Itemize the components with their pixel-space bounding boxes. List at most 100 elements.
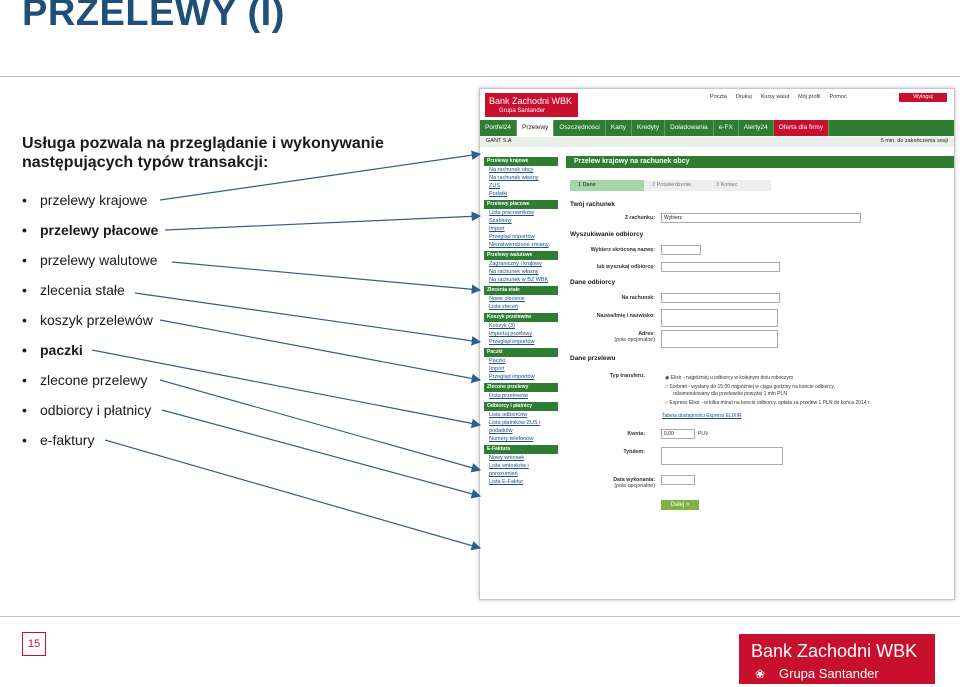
sidebar-item[interactable]: Lista odbiorców [484,411,558,419]
arrow-placowe [164,211,482,231]
step-dane: 1 Dane [570,180,648,191]
sidebar-item[interactable]: Przegląd importów [484,373,558,381]
bullet-icon: • [22,282,27,298]
link-profil[interactable]: Mój profil [798,94,820,100]
tab-efx[interactable]: e-FX [714,120,739,136]
link-kursy[interactable]: Kursy walut [761,94,789,100]
label-optional: (pole opcjonalne) [614,337,655,343]
sidebar-item[interactable]: Paczki [484,357,558,365]
sidebar-header-odbiorcy[interactable]: Odbiorcy i płatnicy [484,402,558,411]
top-links: Poczta Drukuj Kursy walut Mój profil Pom… [710,94,847,100]
link-drukuj[interactable]: Drukuj [736,94,752,100]
footer-divider [0,616,960,617]
sidebar-header-paczki[interactable]: Paczki [484,348,558,357]
sidebar-item[interactable]: Koszyk (3) [484,322,558,330]
radio-sorbnet[interactable]: ○ Sorbnet - wysłany do 15:00 najpóźniej … [665,384,835,390]
sidebar-item[interactable]: Importuj przelewy [484,330,558,338]
list-item-label: przelewy krajowe [40,192,148,208]
list-item-label: przelewy płacowe [40,222,159,238]
account-select[interactable]: Wybierz [661,213,861,223]
sidebar-item[interactable]: Numery telefonów [484,435,558,443]
list-item: • przelewy płacowe [22,220,158,250]
sidebar-item[interactable]: Import [484,365,558,373]
sidebar-item[interactable]: Na rachunek w BZ WBK [484,276,558,284]
tab-karty[interactable]: Karty [606,120,633,136]
tab-alerty24[interactable]: Alerty24 [739,120,774,136]
radio-elixir-label: Elixir - najpóźniej u odbiorcy w kolejny… [670,375,794,381]
tab-doladowania[interactable]: Doładowania [665,120,714,136]
sidebar-item[interactable]: Przegląd importów [484,338,558,346]
app-logo-line2: Grupa Santander [499,108,546,114]
sidebar-item[interactable]: Podatki [484,190,558,198]
sidebar-item[interactable]: Nowe zlecenie [484,295,558,303]
date-input[interactable] [661,475,695,485]
tab-oferta[interactable]: Oferta dla firmy [773,120,830,136]
arrow-efaktury [104,439,482,551]
sidebar-item[interactable]: ZUS [484,182,558,190]
sidebar-header-krajowe[interactable]: Przelewy krajowe [484,157,558,166]
account-number-input[interactable] [661,293,780,303]
section-dane-odbiorcy: Dane odbiorcy [570,279,616,286]
radio-express-label: Express Elixir - w kilka minut na koncie… [669,400,871,406]
sidebar-header-placowe[interactable]: Przelewy płacowe [484,200,558,209]
list-item-label: paczki [40,342,83,358]
sidebar-item[interactable]: Lista wniosków i porozumień [484,462,558,478]
list-item-label: odbiorcy i płatnicy [40,402,152,418]
app-logo-line1: Bank Zachodni WBK [489,96,573,106]
bullet-icon: • [22,252,27,268]
arrow-zlecone [159,379,482,473]
sidebar-item[interactable]: Lista zleceń [484,303,558,311]
bullet-icon: • [22,432,27,448]
link-pomoc[interactable]: Pomoc [829,94,846,100]
link-poczta[interactable]: Poczta [710,94,727,100]
sidebar-header-koszyk[interactable]: Koszyk przelewów [484,313,558,322]
amount-input[interactable]: 0,00 [661,429,695,439]
radio-elixir[interactable]: ◉ Elixir - najpóźniej u odbiorcy w kolej… [665,375,793,381]
sidebar-item[interactable]: Na rachunek własny [484,268,558,276]
address-input[interactable] [661,330,778,348]
sidebar-header-efaktura[interactable]: E-Faktura [484,445,558,454]
sidebar-item[interactable]: Lista E-Faktur [484,478,558,486]
recipient-search-input[interactable] [661,262,780,272]
bank-logo: Bank Zachodni WBK ❀ Grupa Santander [739,634,935,684]
sidebar-item[interactable]: Na rachunek własny [484,174,558,182]
next-button[interactable]: Dalej » [661,500,699,510]
tab-oszczednosci[interactable]: Oszczędności [554,120,606,136]
bullet-icon: • [22,402,27,418]
arrow-koszyk [159,319,482,384]
express-elixir-table-link[interactable]: Tabela dostępności Express ELIXIR [662,413,742,419]
session-bar: GANT S.A 5 min. do zakończenia sesji [480,137,954,147]
label-typ-transferu: Typ transferu: [609,373,645,379]
session-timer: 5 min. do zakończenia sesji [880,138,948,144]
tab-kredyty[interactable]: Kredyty [632,120,666,136]
tab-przelewy[interactable]: Przelewy [517,120,555,136]
sidebar-item[interactable]: Lista pracowników [484,209,558,217]
bank-app-screenshot: Bank Zachodni WBK Grupa Santander Poczta… [479,88,955,600]
list-item-label: przelewy walutowe [40,252,158,268]
sidebar-item[interactable]: Szablony [484,217,558,225]
sidebar-header-zlecone[interactable]: Zlecone przelewy [484,383,558,392]
logo-line2: Grupa Santander [779,666,879,681]
sidebar-item[interactable]: Import [484,225,558,233]
sidebar-item[interactable]: Lista płatników ZUS i podatków [484,419,558,435]
list-item: • zlecenia stałe [22,280,158,310]
sidebar-item[interactable]: Zagraniczny i krajowy [484,260,558,268]
sidebar-header-walutowe[interactable]: Przelewy walutowe [484,251,558,260]
sidebar-header-zlecenia[interactable]: Zlecenia stałe [484,286,558,295]
sidebar-item[interactable]: Na rachunek obcy [484,166,558,174]
radio-express-elixir[interactable]: ○ Express Elixir - w kilka minut na konc… [665,400,871,406]
recipient-name-input[interactable] [661,309,778,327]
list-item-label: e-faktury [40,432,95,448]
sidebar-item[interactable]: Nowy wniosek [484,454,558,462]
tab-portfel24[interactable]: Portfel24 [480,120,518,136]
list-item-label: zlecenia stałe [40,282,125,298]
sidebar-item[interactable]: Przegląd importów [484,233,558,241]
flame-icon: ❀ [755,667,766,681]
sidebar-item[interactable]: Lista przelewów [484,392,558,400]
logout-button[interactable]: Wyloguj [899,93,947,102]
short-name-select[interactable] [661,245,701,255]
sidebar-item[interactable]: Niezatwierdzone zmiany [484,241,558,249]
app-header: Bank Zachodni WBK Grupa Santander Poczta… [480,89,954,119]
title-input[interactable] [661,447,783,465]
bullet-icon: • [22,372,27,388]
